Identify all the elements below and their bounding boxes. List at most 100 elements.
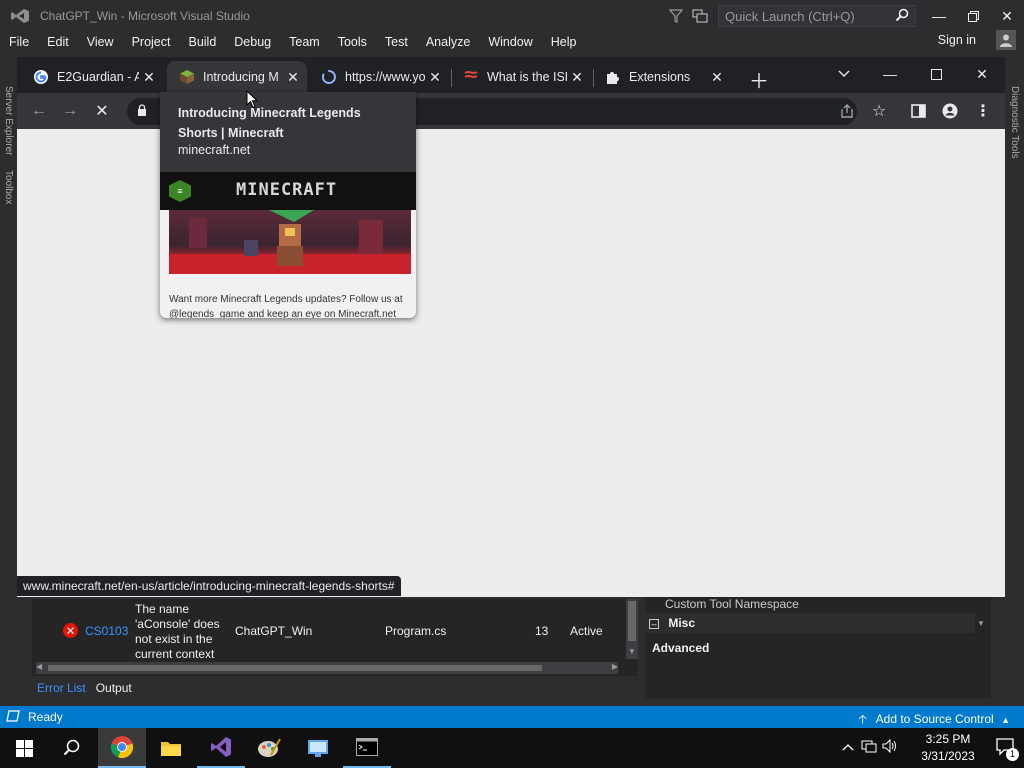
tab-what-is-isp[interactable]: What is the ISP ✕ bbox=[451, 61, 591, 93]
forward-arrow-icon[interactable]: → bbox=[58, 99, 82, 123]
error-list-horizontal-scrollbar[interactable]: ◀ ▶ bbox=[36, 662, 618, 674]
sign-in-link[interactable]: Sign in bbox=[938, 33, 976, 47]
table-row[interactable]: ✕ CS0103 The name 'aConsole' does not ex… bbox=[32, 599, 622, 661]
paint-app-icon[interactable] bbox=[245, 728, 293, 768]
show-hidden-icons-icon[interactable] bbox=[842, 740, 854, 754]
menu-file[interactable]: File bbox=[0, 32, 38, 52]
volume-icon[interactable] bbox=[882, 738, 898, 756]
menu-help[interactable]: Help bbox=[542, 32, 586, 52]
bottom-panel-tabs: Error List Output bbox=[32, 678, 137, 698]
lock-icon bbox=[137, 104, 147, 120]
caret-up-icon: ▲ bbox=[1001, 715, 1010, 725]
chrome-minimize-button[interactable]: — bbox=[867, 57, 913, 91]
visual-studio-taskbar-icon[interactable] bbox=[197, 728, 245, 768]
properties-panel: Custom Tool Namespace – Misc ▼ Advanced bbox=[645, 597, 991, 698]
server-explorer-tab[interactable]: Server Explorer bbox=[3, 86, 14, 162]
menu-window[interactable]: Window bbox=[479, 32, 541, 52]
scroll-down-arrow-icon[interactable]: ▼ bbox=[628, 647, 636, 656]
property-custom-tool-namespace[interactable]: Custom Tool Namespace bbox=[645, 597, 975, 613]
tab-output[interactable]: Output bbox=[91, 678, 137, 698]
visual-studio-logo-icon bbox=[0, 0, 40, 32]
search-taskbar-button[interactable] bbox=[48, 728, 96, 768]
share-icon[interactable] bbox=[835, 99, 859, 123]
tab-hover-card: Introducing Minecraft Legends Shorts | M… bbox=[160, 92, 416, 318]
vs-minimize-button[interactable]: — bbox=[922, 0, 956, 32]
loading-spinner-icon bbox=[321, 69, 337, 85]
tab-loading-url[interactable]: https://www.yo ✕ bbox=[309, 61, 449, 93]
menu-project[interactable]: Project bbox=[123, 32, 180, 52]
clock-date[interactable]: 3/31/2023 bbox=[918, 749, 978, 763]
feedback-icon[interactable] bbox=[688, 9, 712, 23]
new-tab-button[interactable]: ＋ bbox=[749, 65, 769, 94]
network-icon[interactable] bbox=[861, 739, 877, 756]
account-icon[interactable] bbox=[996, 30, 1016, 50]
status-ready: Ready bbox=[28, 710, 63, 724]
profile-icon[interactable] bbox=[938, 99, 962, 123]
menu-view[interactable]: View bbox=[78, 32, 123, 52]
status-bar-icon bbox=[6, 710, 20, 725]
menu-team[interactable]: Team bbox=[280, 32, 329, 52]
tab-search-icon[interactable] bbox=[821, 57, 867, 91]
close-tab-icon[interactable]: ✕ bbox=[283, 69, 303, 86]
stop-loading-icon[interactable]: ✕ bbox=[90, 99, 114, 123]
side-panel-icon[interactable] bbox=[906, 99, 930, 123]
property-section-misc[interactable]: – Misc bbox=[645, 613, 975, 633]
minecraft-legends-artwork bbox=[169, 210, 411, 274]
bookmark-star-icon[interactable]: ☆ bbox=[867, 99, 891, 123]
hover-card-domain: minecraft.net bbox=[178, 143, 251, 157]
error-icon: ✕ bbox=[63, 623, 78, 638]
tab-introducing-minecraft[interactable]: Introducing M ✕ bbox=[167, 61, 307, 93]
menu-debug[interactable]: Debug bbox=[225, 32, 280, 52]
chrome-close-button[interactable]: ✕ bbox=[959, 57, 1005, 91]
remote-desktop-icon[interactable] bbox=[294, 728, 342, 768]
notification-count-badge: 1 bbox=[1006, 748, 1019, 761]
scroll-right-arrow-icon[interactable]: ▶ bbox=[612, 662, 618, 671]
tab-extensions[interactable]: Extensions ✕ bbox=[593, 61, 731, 93]
vs-status-bar: Ready 🡡 Add to Source Control ▲ bbox=[0, 706, 1024, 728]
hover-card-preview: ≡ MINECRAFT Want more Minecraft Legends … bbox=[160, 172, 416, 318]
diagnostic-tools-tab[interactable]: Diagnostic Tools bbox=[1009, 86, 1020, 159]
hamburger-menu-icon: ≡ bbox=[169, 180, 191, 202]
close-tab-icon[interactable]: ✕ bbox=[567, 69, 587, 86]
menu-analyze[interactable]: Analyze bbox=[417, 32, 479, 52]
error-list-panel: ✕ CS0103 The name 'aConsole' does not ex… bbox=[32, 599, 638, 676]
tab-error-list[interactable]: Error List bbox=[32, 678, 91, 698]
close-tab-icon[interactable]: ✕ bbox=[139, 69, 159, 86]
vs-restore-button[interactable] bbox=[956, 0, 990, 32]
close-tab-icon[interactable]: ✕ bbox=[425, 69, 445, 86]
chrome-menu-icon[interactable]: ⋮ bbox=[971, 99, 995, 123]
scroll-left-arrow-icon[interactable]: ◀ bbox=[36, 662, 42, 671]
file-explorer-icon[interactable] bbox=[147, 728, 195, 768]
vs-close-button[interactable]: ✕ bbox=[990, 0, 1024, 32]
chrome-taskbar-icon[interactable] bbox=[98, 728, 146, 768]
menu-build[interactable]: Build bbox=[179, 32, 225, 52]
notification-filter-icon[interactable] bbox=[664, 9, 688, 23]
error-list-vertical-scrollbar[interactable]: ▼ bbox=[626, 599, 638, 659]
menu-tools[interactable]: Tools bbox=[329, 32, 376, 52]
quick-launch-input[interactable]: Quick Launch (Ctrl+Q) bbox=[718, 5, 916, 27]
windows-start-button[interactable] bbox=[0, 728, 48, 768]
close-tab-icon[interactable]: ✕ bbox=[707, 69, 727, 86]
hover-card-caption: Want more Minecraft Legends updates? Fol… bbox=[169, 294, 403, 318]
properties-scroll-down-icon[interactable]: ▼ bbox=[977, 619, 985, 628]
link-status-bubble: www.minecraft.net/en-us/article/introduc… bbox=[17, 576, 401, 596]
window-title: ChatGPT_Win - Microsoft Visual Studio bbox=[40, 9, 250, 23]
system-tray: 3:25 PM 3/31/2023 1 bbox=[834, 728, 1024, 768]
collapse-icon[interactable]: – bbox=[649, 618, 659, 629]
puzzle-icon bbox=[605, 69, 621, 85]
command-prompt-icon[interactable] bbox=[343, 728, 391, 768]
menu-test[interactable]: Test bbox=[376, 32, 417, 52]
error-line: 13 bbox=[535, 624, 549, 638]
error-code-link[interactable]: CS0103 bbox=[85, 624, 128, 638]
google-icon bbox=[33, 69, 49, 85]
menu-edit[interactable]: Edit bbox=[38, 32, 78, 52]
left-tool-strip: Server Explorer Toolbox bbox=[0, 84, 18, 599]
tab-e2guardian[interactable]: E2Guardian - A ✕ bbox=[21, 61, 163, 93]
toolbox-tab[interactable]: Toolbox bbox=[3, 170, 14, 204]
clock-time[interactable]: 3:25 PM bbox=[918, 732, 978, 746]
isp-icon bbox=[463, 69, 479, 85]
chrome-maximize-button[interactable] bbox=[913, 57, 959, 91]
back-arrow-icon[interactable]: ← bbox=[27, 99, 51, 123]
minecraft-logo: MINECRAFT bbox=[236, 180, 338, 200]
scrollbar-thumb[interactable] bbox=[48, 665, 542, 671]
